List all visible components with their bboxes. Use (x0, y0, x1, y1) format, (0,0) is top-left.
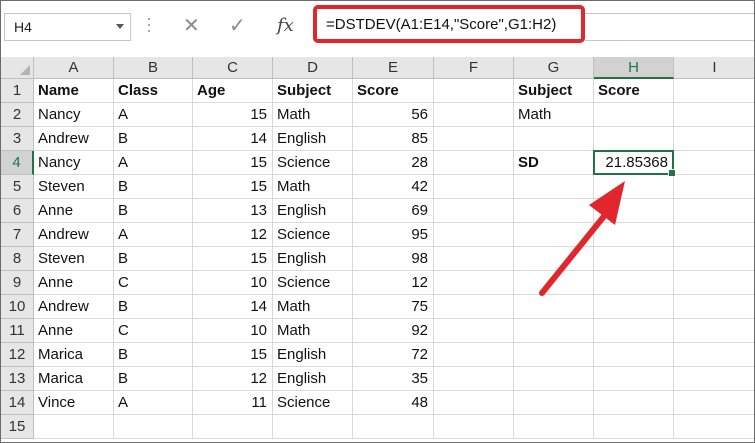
excel-window: H4 ✕ ✓ fx =DSTDEV(A1:E14,"Score",G1:H2) … (0, 0, 755, 443)
annotation-arrow (539, 181, 625, 296)
